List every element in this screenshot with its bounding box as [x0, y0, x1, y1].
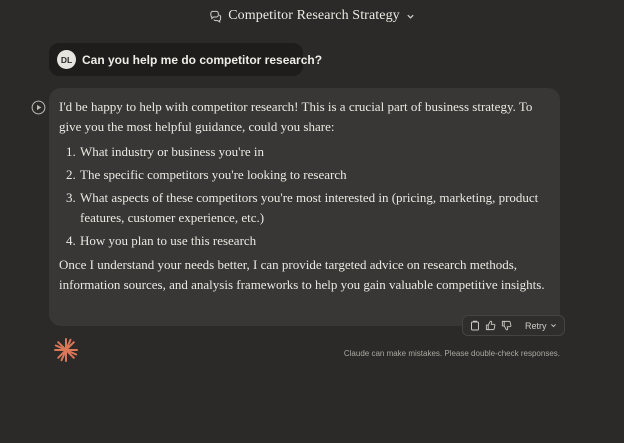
- chat-bubbles-icon: [208, 9, 222, 23]
- assistant-message: I'd be happy to help with competitor res…: [49, 88, 560, 326]
- thumbs-down-icon[interactable]: [501, 320, 512, 331]
- assistant-intro-text: I'd be happy to help with competitor res…: [59, 99, 533, 134]
- chevron-down-icon: [406, 11, 416, 21]
- user-avatar[interactable]: DL: [57, 50, 76, 69]
- spark-logo-icon: [53, 337, 79, 363]
- thumbs-up-icon[interactable]: [485, 320, 496, 331]
- copy-icon[interactable]: [469, 320, 480, 331]
- message-action-bar: Retry: [462, 315, 565, 336]
- retry-label: Retry: [525, 320, 547, 331]
- disclaimer-text: Claude can make mistakes. Please double-…: [343, 349, 560, 358]
- chevron-down-icon: [550, 321, 557, 331]
- assistant-question-list: What industry or business you're in The …: [59, 142, 550, 251]
- conversation-title: Competitor Research Strategy: [228, 8, 400, 23]
- user-message-text: Can you help me do competitor research?: [82, 52, 323, 67]
- list-item: What industry or business you're in: [79, 142, 550, 162]
- user-message: DL Can you help me do competitor researc…: [49, 43, 322, 76]
- conversation-title-button[interactable]: Competitor Research Strategy: [0, 5, 624, 27]
- list-item: How you plan to use this research: [79, 231, 550, 251]
- list-item: What aspects of these competitors you're…: [79, 188, 550, 228]
- play-circle-icon[interactable]: [31, 100, 46, 115]
- assistant-outro-text: Once I understand your needs better, I c…: [59, 257, 545, 292]
- list-item: The specific competitors you're looking …: [79, 165, 550, 185]
- retry-button[interactable]: Retry: [525, 321, 557, 331]
